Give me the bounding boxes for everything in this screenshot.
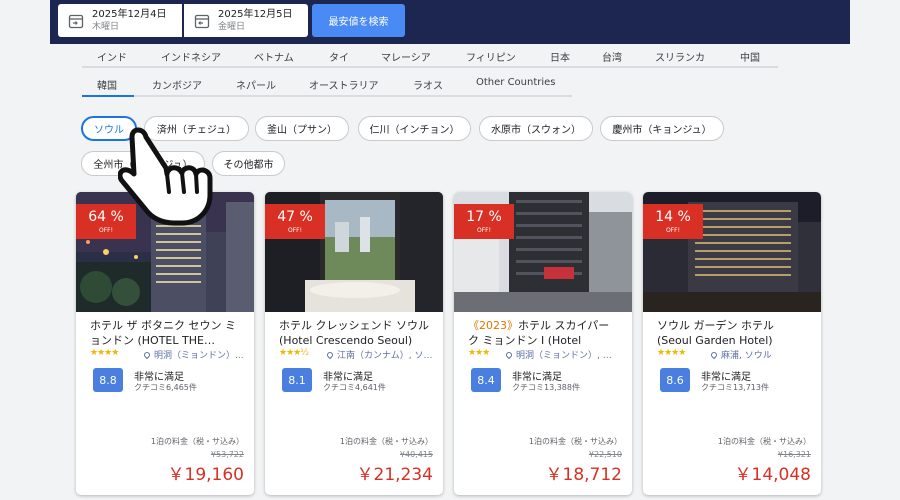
city-chip-other-cities[interactable]: その他都市 — [212, 151, 285, 176]
original-price: ¥53,722 — [210, 450, 244, 459]
tab-australia[interactable]: オーストラリア — [309, 77, 379, 92]
tab-other-countries[interactable]: Other Countries — [476, 77, 556, 88]
price-label: 1泊の料金（税・サ込み） — [717, 437, 811, 446]
review-count: クチコミ4,641件 — [323, 383, 386, 392]
rating-label: 非常に満足 — [323, 372, 373, 383]
tab-korea[interactable]: 韓国 — [97, 77, 117, 92]
country-tabs-row-1: インド インドネシア ベトナム タイ マレーシア フィリピン 日本 台湾 スリラ… — [82, 48, 778, 68]
calendar-in-icon — [68, 14, 84, 28]
discount-badge: 14 % OFF! — [643, 204, 703, 239]
tab-malaysia[interactable]: マレーシア — [381, 49, 431, 64]
hotel-location: 明洞（ミョンドン）, … — [506, 348, 622, 361]
price: ￥18,712 — [545, 465, 622, 485]
hotel-location: 明洞（ミョンドン）... — [144, 348, 244, 361]
checkin-weekday: 木曜日 — [92, 21, 120, 32]
review-count: クチコミ13,388件 — [512, 383, 580, 392]
tab-vietnam[interactable]: ベトナム — [254, 49, 294, 64]
checkout-date-field[interactable]: 2025年12月5日 金曜日 — [184, 4, 308, 37]
star-rating-icon: ★★★★ — [90, 348, 119, 358]
country-tabs-row-2: 韓国 カンボジア ネパール オーストラリア ラオス Other Countrie… — [82, 75, 572, 97]
checkin-date: 2025年12月4日 — [92, 8, 167, 20]
active-tab-indicator — [82, 95, 134, 97]
tab-indonesia[interactable]: インドネシア — [161, 49, 221, 64]
tab-taiwan[interactable]: 台湾 — [602, 49, 622, 64]
hotel-name[interactable]: ソウル ガーデン ホテル (Seoul Garden Hotel) — [657, 318, 809, 348]
review-score: 8.4 — [471, 368, 501, 392]
tab-philippines[interactable]: フィリピン — [466, 49, 516, 64]
price-label: 1泊の料金（税・サ込み） — [528, 437, 622, 446]
renovation-year-badge: 《2023》 — [468, 319, 518, 332]
map-pin-icon — [144, 350, 152, 360]
hotel-name[interactable]: ホテル クレッシェンド ソウル (Hotel Crescendo Seoul) — [279, 318, 431, 348]
hotel-card[interactable]: 47 % OFF! ホテル クレッシェンド ソウル (Hotel Crescen… — [265, 192, 443, 495]
original-price: ¥16,321 — [777, 450, 811, 459]
map-pin-icon — [327, 350, 335, 360]
price-label: 1泊の料金（税・サ込み） — [339, 437, 433, 446]
discount-off-label: OFF! — [665, 227, 681, 234]
calendar-out-icon — [194, 14, 210, 28]
map-pin-icon — [506, 350, 514, 360]
star-rating-icon: ★★★½ — [279, 348, 309, 358]
price-label: 1泊の料金（税・サ込み） — [150, 437, 244, 446]
tab-cambodia[interactable]: カンボジア — [152, 77, 202, 92]
pointing-hand-icon — [118, 127, 213, 226]
rating-label: 非常に満足 — [134, 372, 184, 383]
tab-laos[interactable]: ラオス — [413, 77, 443, 92]
rating-label: 非常に満足 — [701, 372, 751, 383]
price: ￥19,160 — [167, 465, 244, 485]
discount-off-label: OFF! — [287, 227, 303, 234]
search-lowest-price-button[interactable]: 最安値を検索 — [312, 4, 405, 37]
discount-percent: 17 % — [466, 209, 502, 225]
star-rating-icon: ★★★ — [468, 348, 490, 358]
discount-percent: 47 % — [277, 209, 313, 225]
city-chip-busan[interactable]: 釜山（プサン） — [255, 116, 349, 141]
checkin-date-field[interactable]: 2025年12月4日 木曜日 — [58, 4, 182, 37]
checkout-weekday: 金曜日 — [218, 21, 246, 32]
hotel-location: 江南（カンナム）, ソ… — [327, 348, 433, 361]
discount-off-label: OFF! — [476, 227, 492, 234]
price: ￥14,048 — [734, 465, 811, 485]
review-score: 8.8 — [93, 368, 123, 392]
discount-badge: 17 % OFF! — [454, 204, 514, 239]
review-count: クチコミ13,713件 — [701, 383, 769, 392]
tab-china[interactable]: 中国 — [740, 49, 760, 64]
star-rating-icon: ★★★★ — [657, 348, 686, 358]
review-score: 8.6 — [660, 368, 690, 392]
hotel-name[interactable]: 《2023》ホテル スカイパーク ミョンドン I (Hotel Skypar… — [468, 318, 620, 348]
tab-japan[interactable]: 日本 — [550, 49, 570, 64]
price: ￥21,234 — [356, 465, 433, 485]
rating-label: 非常に満足 — [512, 372, 562, 383]
tab-thailand[interactable]: タイ — [329, 49, 349, 64]
tab-india[interactable]: インド — [97, 49, 127, 64]
tab-sri-lanka[interactable]: スリランカ — [655, 49, 705, 64]
checkout-date: 2025年12月5日 — [218, 8, 293, 20]
review-score: 8.1 — [282, 368, 312, 392]
discount-badge: 47 % OFF! — [265, 204, 325, 239]
hotel-card[interactable]: 64 % OFF! ホテル ザ ボタニク セウン ミョンドン (HOTEL TH… — [76, 192, 254, 495]
hotel-card[interactable]: 14 % OFF! ソウル ガーデン ホテル (Seoul Garden Hot… — [643, 192, 821, 495]
hotel-card[interactable]: 17 % OFF! 《2023》ホテル スカイパーク ミョンドン I (Hote… — [454, 192, 632, 495]
tab-nepal[interactable]: ネパール — [236, 77, 276, 92]
discount-percent: 14 % — [655, 209, 691, 225]
hotel-location: 麻浦, ソウル — [711, 348, 811, 361]
review-count: クチコミ6,465件 — [134, 383, 197, 392]
city-chip-incheon[interactable]: 仁川（インチョン） — [358, 116, 471, 141]
city-chip-suwon[interactable]: 水原市（スウォン） — [479, 116, 593, 141]
map-pin-icon — [711, 350, 719, 360]
hotel-name[interactable]: ホテル ザ ボタニク セウン ミョンドン (HOTEL THE… — [90, 318, 242, 348]
city-chip-gyeongju[interactable]: 慶州市（キョンジュ） — [600, 116, 724, 141]
original-price: ¥40,415 — [399, 450, 433, 459]
original-price: ¥22,510 — [588, 450, 622, 459]
